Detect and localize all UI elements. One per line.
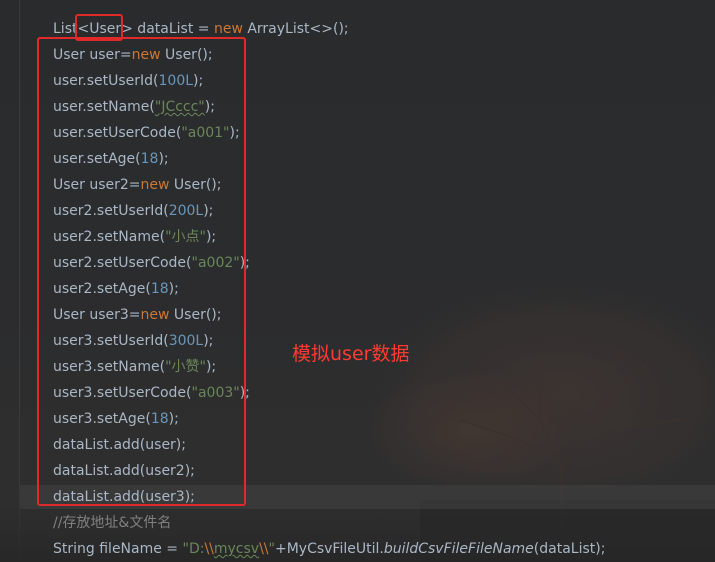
code-editor[interactable]: List<User> dataList = new ArrayList<>();… xyxy=(0,0,715,562)
code-token: //存放地址&文件名 xyxy=(53,515,172,531)
code-token: List xyxy=(53,21,78,37)
code-token: (dataList); xyxy=(533,541,606,557)
code-token: new xyxy=(213,21,243,37)
code-token: +MyCsvFileUtil. xyxy=(274,541,384,557)
code-token: \\ xyxy=(204,541,214,557)
mock-data-highlight-box xyxy=(37,37,246,506)
code-token: ArrayList<>(); xyxy=(242,21,349,37)
code-token: \\ xyxy=(259,541,269,557)
code-line[interactable]: //存放地址&文件名 xyxy=(53,510,605,536)
code-token: mycsv xyxy=(213,541,260,557)
code-token: String fileName = xyxy=(53,541,183,557)
code-line[interactable]: String fileName = "D:\\mycsv\\"+MyCsvFil… xyxy=(53,536,605,562)
code-token: "D: xyxy=(182,541,205,557)
editor-gutter-divider xyxy=(19,0,20,562)
code-token: buildCsvFileFileName xyxy=(383,541,534,557)
annotation-label: 模拟user数据 xyxy=(292,343,410,365)
code-token: dataList = xyxy=(132,21,214,37)
